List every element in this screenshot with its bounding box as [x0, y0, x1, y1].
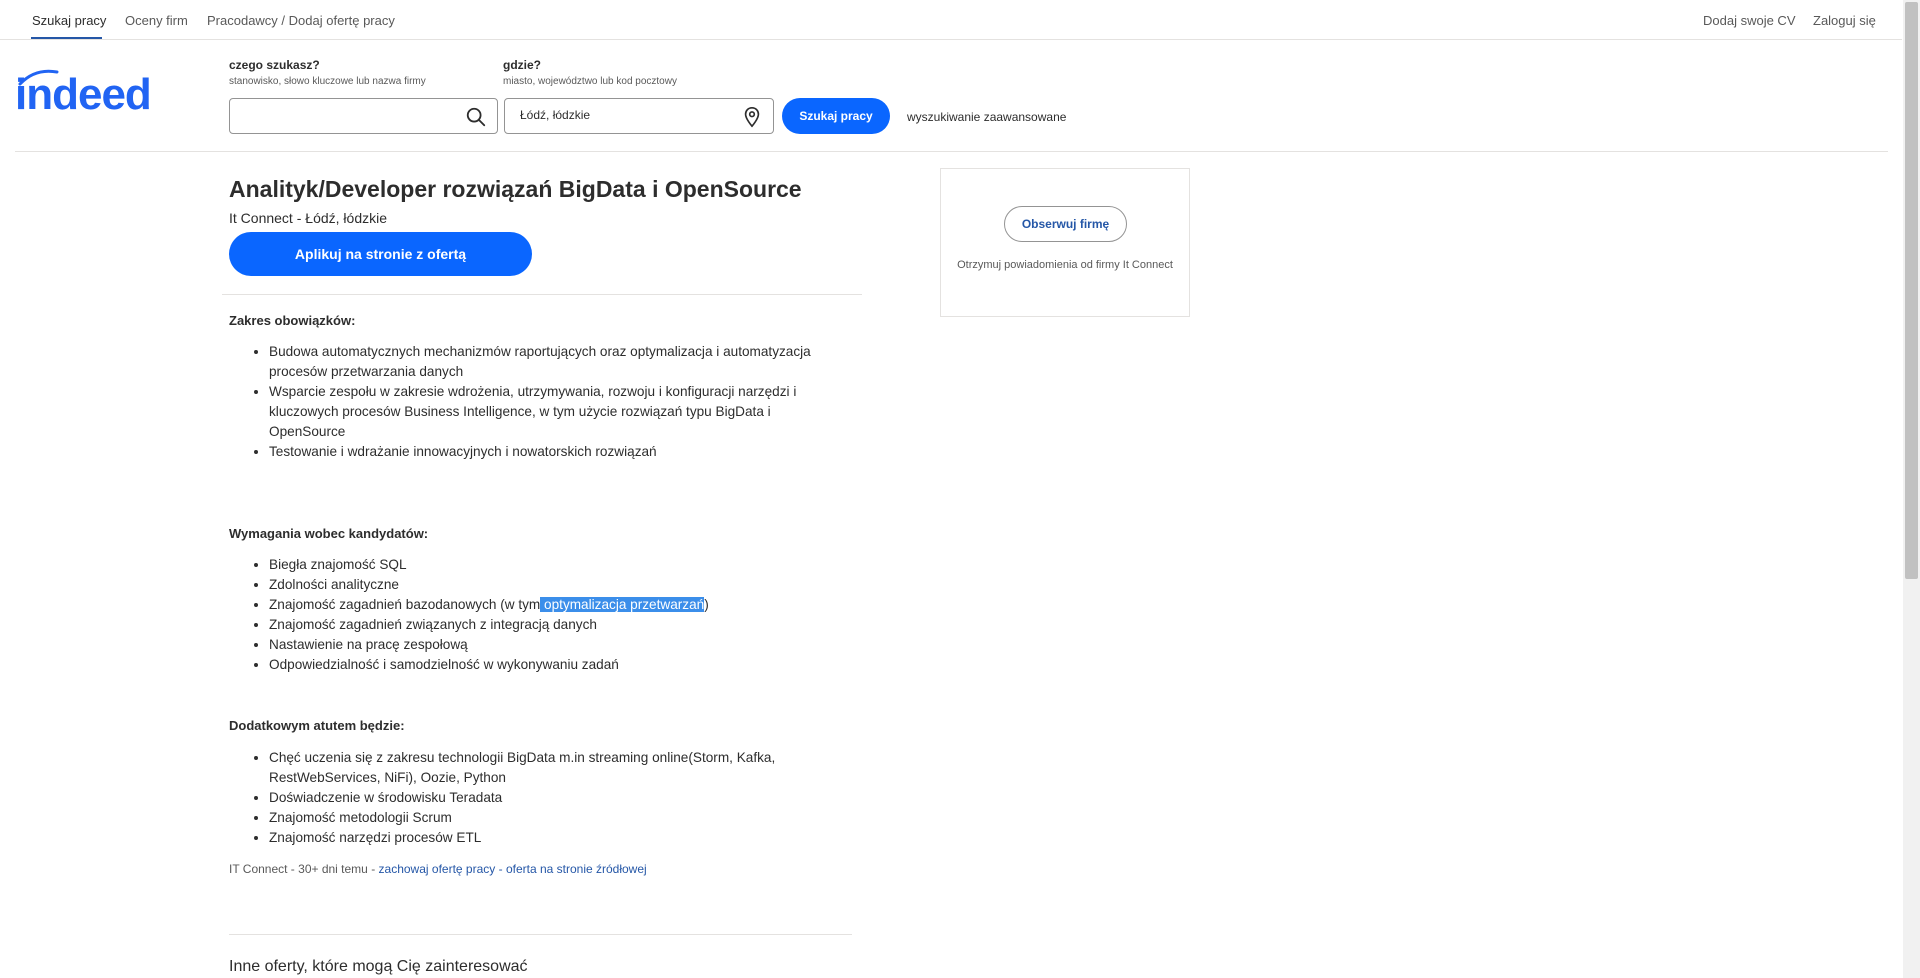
list-item: Doświadczenie w środowisku Teradata	[269, 788, 839, 808]
what-label: czego szukasz?	[229, 58, 320, 72]
responsibilities-list: Budowa automatycznych mechanizmów raport…	[229, 342, 839, 462]
other-jobs-heading: Inne oferty, które mogą Cię zainteresowa…	[229, 958, 528, 975]
list-item: Chęć uczenia się z zakresu technologii B…	[269, 748, 839, 788]
search-icon[interactable]	[465, 106, 487, 128]
divider	[222, 294, 862, 295]
list-item: Odpowiedzialność i samodzielność w wykon…	[269, 655, 839, 675]
what-field[interactable]	[229, 98, 498, 134]
job-location: Łódź, łódzkie	[305, 210, 387, 226]
footer-prefix: IT Connect - 30+ dni temu -	[229, 862, 379, 876]
what-hint: stanowisko, słowo kluczowe lub nazwa fir…	[229, 76, 426, 87]
list-item: Znajomość zagadnień bazodanowych (w tym …	[269, 595, 839, 615]
job-meta: It Connect - Łódź, łódzkie	[229, 210, 387, 226]
section-heading-responsibilities: Zakres obowiązków:	[229, 313, 356, 328]
follow-company-button[interactable]: Obserwuj firmę	[1004, 206, 1127, 242]
nav-upload-cv[interactable]: Dodaj swoje CV	[1703, 13, 1796, 28]
list-item: Znajomość narzędzi procesów ETL	[269, 828, 839, 848]
list-item: Testowanie i wdrażanie innowacyjnych i n…	[269, 442, 839, 462]
list-item-text-tail: )	[704, 597, 709, 612]
list-item: Znajomość zagadnień związanych z integra…	[269, 615, 839, 635]
where-label: gdzie?	[503, 58, 541, 72]
what-input[interactable]	[245, 108, 445, 122]
nav-company-reviews[interactable]: Oceny firm	[125, 13, 188, 28]
header-divider	[15, 151, 1888, 152]
list-item: Wsparcie zespołu w zakresie wdrożenia, u…	[269, 382, 839, 442]
list-item: Biegła znajomość SQL	[269, 555, 839, 575]
divider	[229, 934, 852, 935]
search-jobs-button[interactable]: Szukaj pracy	[782, 98, 890, 134]
selected-text: optymalizacja przetwarzań	[540, 597, 705, 612]
page-scrollbar[interactable]	[1903, 0, 1920, 978]
apply-button[interactable]: Aplikuj na stronie z ofertą	[229, 232, 532, 276]
nav-find-jobs[interactable]: Szukaj pracy	[32, 13, 106, 28]
source-offer-link[interactable]: oferta na stronie źródłowej	[506, 862, 647, 876]
nav-employers[interactable]: Pracodawcy / Dodaj ofertę pracy	[207, 13, 395, 28]
where-field[interactable]	[504, 98, 774, 134]
follow-note: Otrzymuj powiadomienia od firmy It Conne…	[957, 259, 1173, 271]
company-name: It Connect	[229, 210, 293, 226]
job-title: Analityk/Developer rozwiązań BigData i O…	[229, 176, 802, 202]
scrollbar-thumb[interactable]	[1905, 2, 1918, 579]
nav-active-underline	[31, 37, 102, 39]
list-item: Budowa automatycznych mechanizmów raport…	[269, 342, 839, 382]
list-item: Zdolności analityczne	[269, 575, 839, 595]
section-heading-nice-to-have: Dodatkowym atutem będzie:	[229, 718, 405, 733]
job-footer: IT Connect - 30+ dni temu - zachowaj ofe…	[229, 862, 647, 876]
where-hint: miasto, województwo lub kod pocztowy	[503, 76, 677, 87]
meta-separator: -	[292, 210, 306, 226]
footer-separator: -	[495, 862, 506, 876]
logo-arc-icon	[18, 69, 59, 86]
where-input[interactable]	[520, 108, 720, 122]
nice-to-have-list: Chęć uczenia się z zakresu technologii B…	[229, 748, 839, 848]
requirements-list: Biegła znajomość SQL Zdolności analitycz…	[229, 555, 839, 675]
save-job-link[interactable]: zachowaj ofertę pracy	[379, 862, 496, 876]
company-follow-card: Obserwuj firmę Otrzymuj powiadomienia od…	[940, 168, 1190, 317]
top-nav: Szukaj pracy Oceny firm Pracodawcy / Dod…	[0, 0, 1902, 40]
advanced-search-link[interactable]: wyszukiwanie zaawansowane	[907, 110, 1066, 124]
nav-sign-in[interactable]: Zaloguj się	[1813, 13, 1876, 28]
list-item: Nastawienie na pracę zespołową	[269, 635, 839, 655]
location-pin-icon	[744, 107, 760, 128]
section-heading-requirements: Wymagania wobec kandydatów:	[229, 526, 429, 541]
list-item-text: Znajomość zagadnień bazodanowych (w tym	[269, 597, 541, 612]
list-item: Znajomość metodologii Scrum	[269, 808, 839, 828]
indeed-logo[interactable]: indeed	[15, 69, 152, 120]
